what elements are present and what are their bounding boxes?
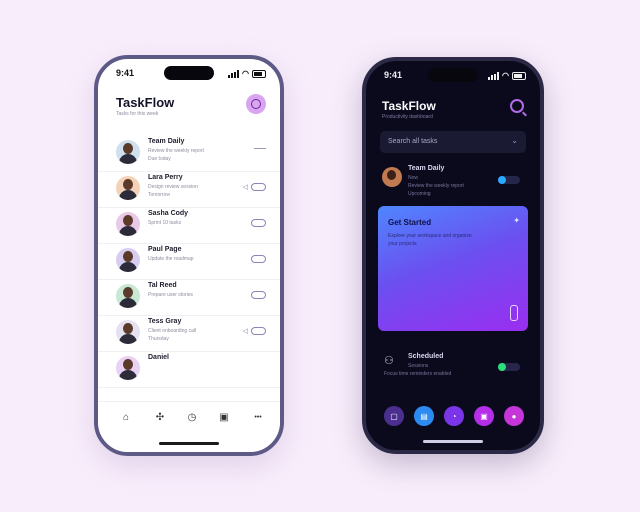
dash-icon — [254, 148, 266, 149]
task-meta: Tomorrow — [148, 192, 170, 198]
status-time: 9:41 — [384, 70, 403, 80]
avatar — [116, 248, 140, 272]
task-row[interactable]: Daniel — [98, 349, 280, 388]
battery-icon — [252, 69, 266, 78]
home-indicator — [159, 442, 219, 445]
tasks-icon[interactable]: ▤ — [414, 406, 434, 426]
sparkle-icon: ✦ — [513, 216, 520, 225]
card-description: your projects — [388, 241, 417, 247]
status-time: 9:41 — [116, 68, 135, 78]
signal-icon — [488, 71, 500, 80]
tag-icon[interactable] — [251, 327, 266, 335]
task-meta: Review the weekly report — [148, 148, 204, 154]
avatar — [116, 356, 140, 380]
status-bar: 9:41 ◠ — [98, 68, 280, 80]
task-name: Scheduled — [408, 353, 444, 360]
task-name: Daniel — [148, 354, 170, 361]
app-title: TaskFlow — [116, 95, 175, 110]
avatar — [116, 176, 140, 200]
card-description: Explore your workspace and organize — [388, 233, 472, 239]
task-meta: Sessions — [408, 363, 429, 369]
bottom-navigation: ▢ ▤ ◔ ▣ ● — [366, 406, 540, 430]
more-icon[interactable]: ••• — [250, 412, 266, 424]
task-row[interactable]: Paul Page Update the roadmap — [98, 241, 280, 280]
app-title: TaskFlow — [382, 99, 436, 113]
toggle-switch[interactable] — [498, 363, 520, 371]
task-meta: Focus time reminders enabled — [384, 371, 452, 377]
task-name: Tess Gray — [148, 318, 182, 325]
tag-icon[interactable] — [251, 291, 266, 299]
avatar — [382, 167, 402, 187]
task-row[interactable]: Tess Gray Client onboarding call Thursday ◁ — [98, 313, 280, 352]
folder-icon[interactable]: ▣ — [474, 406, 494, 426]
bottom-navigation: ⌂ ✣ ◷ ▣ ••• — [98, 401, 280, 452]
task-name: Sasha Cody — [148, 210, 189, 217]
task-meta: Prepare user stories — [148, 292, 194, 298]
search-placeholder: Search all tasks — [388, 138, 438, 145]
arrow-icon: ◁ — [242, 328, 248, 335]
clock-icon: ⚇ — [384, 355, 394, 367]
tag-icon[interactable] — [251, 255, 266, 263]
avatar — [116, 140, 140, 164]
task-name: Team Daily — [148, 138, 185, 145]
feature-card[interactable]: Get Started Explore your workspace and o… — [378, 206, 528, 331]
inbox-icon[interactable]: ▢ — [384, 406, 404, 426]
puzzle-icon[interactable]: ✣ — [154, 412, 166, 424]
dark-phone-screen: 9:41 ◠ TaskFlow Productivity dashboard S… — [362, 57, 544, 454]
chat-icon[interactable]: ◔ — [444, 406, 464, 426]
app-subtitle: Productivity dashboard — [382, 114, 433, 120]
app-subtitle: Tasks for this week — [116, 111, 159, 117]
task-item[interactable]: Team Daily Now Review the weekly report … — [380, 161, 526, 197]
chevron-icon: ⌄ — [511, 136, 518, 145]
task-row[interactable]: Lara Perry Design review session Tomorrow ◁ — [98, 169, 280, 208]
task-name: Tal Reed — [148, 282, 177, 289]
avatar — [116, 320, 140, 344]
home-indicator — [423, 440, 483, 443]
profile-button[interactable] — [246, 94, 266, 114]
wifi-icon: ◠ — [242, 69, 249, 78]
search-icon[interactable] — [510, 99, 524, 113]
task-meta: Update the roadmap — [148, 256, 194, 262]
task-meta: Review the weekly report — [408, 183, 464, 189]
task-name: Lara Perry — [148, 174, 183, 181]
home-icon[interactable]: ⌂ — [120, 412, 132, 424]
profile-icon[interactable]: ● — [504, 406, 524, 426]
search-input[interactable]: Search all tasks ⌄ — [380, 131, 526, 153]
task-name: Team Daily — [408, 165, 445, 172]
task-meta: Now — [408, 175, 419, 181]
chat-icon — [251, 99, 261, 109]
tag-icon[interactable] — [251, 183, 266, 191]
signal-icon — [228, 69, 240, 78]
light-phone-screen: 9:41 ◠ TaskFlow Tasks for this week Team… — [94, 55, 284, 456]
task-row[interactable]: Tal Reed Prepare user stories — [98, 277, 280, 316]
task-meta: Sprint 10 tasks — [148, 220, 182, 226]
task-meta: Client onboarding call — [148, 328, 197, 334]
task-name: Paul Page — [148, 246, 182, 253]
task-meta: Design review session — [148, 184, 198, 190]
calendar-icon[interactable]: ▣ — [218, 412, 230, 424]
arrow-icon: ◁ — [242, 184, 248, 191]
toggle-switch[interactable] — [498, 176, 520, 184]
battery-icon — [512, 71, 526, 80]
clip-icon — [510, 305, 518, 321]
task-meta: Due today — [148, 156, 171, 162]
toggle-knob — [498, 363, 506, 371]
task-meta: Thursday — [148, 336, 169, 342]
tag-icon[interactable] — [251, 219, 266, 227]
status-bar: 9:41 ◠ — [366, 70, 540, 82]
card-title: Get Started — [388, 218, 432, 227]
task-item[interactable]: ⚇ Scheduled Sessions Focus time reminder… — [380, 349, 526, 385]
avatar — [116, 284, 140, 308]
task-row[interactable]: Team Daily Review the weekly report Due to… — [98, 133, 280, 172]
avatar — [116, 212, 140, 236]
toggle-knob — [498, 176, 506, 184]
task-row[interactable]: Sasha Cody Sprint 10 tasks — [98, 205, 280, 244]
clock-icon[interactable]: ◷ — [186, 412, 198, 424]
task-meta: Upcoming — [408, 191, 431, 197]
wifi-icon: ◠ — [502, 71, 509, 80]
